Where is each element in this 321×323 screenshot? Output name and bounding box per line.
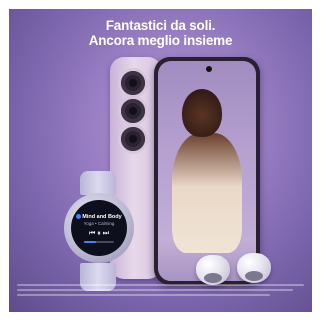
play-pause-icon: ⏮ ⏸ ⏭ (89, 230, 109, 237)
fine-print (17, 284, 304, 299)
front-camera-icon (206, 66, 212, 72)
earbud-icon (196, 255, 230, 285)
watch-app-title: Mind and Body (71, 214, 127, 220)
phone-screen (158, 61, 256, 281)
watch-track: Yoga • Calming (83, 221, 115, 226)
person-head (182, 89, 222, 137)
headline-line-1: Fantastici da soli. (105, 18, 216, 33)
watch-strap-top (80, 171, 116, 195)
headline: Fantastici da soli. Ancora meglio insiem… (9, 18, 312, 48)
camera-lens-icon (121, 127, 145, 151)
camera-lens-icon (121, 71, 145, 95)
watch-progress-bar (84, 241, 114, 243)
watch-face: Mind and Body Yoga • Calming ⏮ ⏸ ⏭ (71, 200, 127, 256)
headline-line-2: Ancora meglio insieme (88, 33, 233, 48)
watch-progress-fill (84, 241, 96, 243)
phone-front-view (154, 57, 260, 285)
smartwatch: Mind and Body Yoga • Calming ⏮ ⏸ ⏭ (64, 171, 134, 291)
app-icon (76, 214, 82, 219)
watch-app-name: Mind and Body (82, 214, 122, 220)
person-body (172, 133, 242, 253)
earbud-icon (237, 253, 271, 283)
ad-banner: Fantastici da soli. Ancora meglio insiem… (9, 9, 312, 312)
camera-lens-icon (121, 99, 145, 123)
